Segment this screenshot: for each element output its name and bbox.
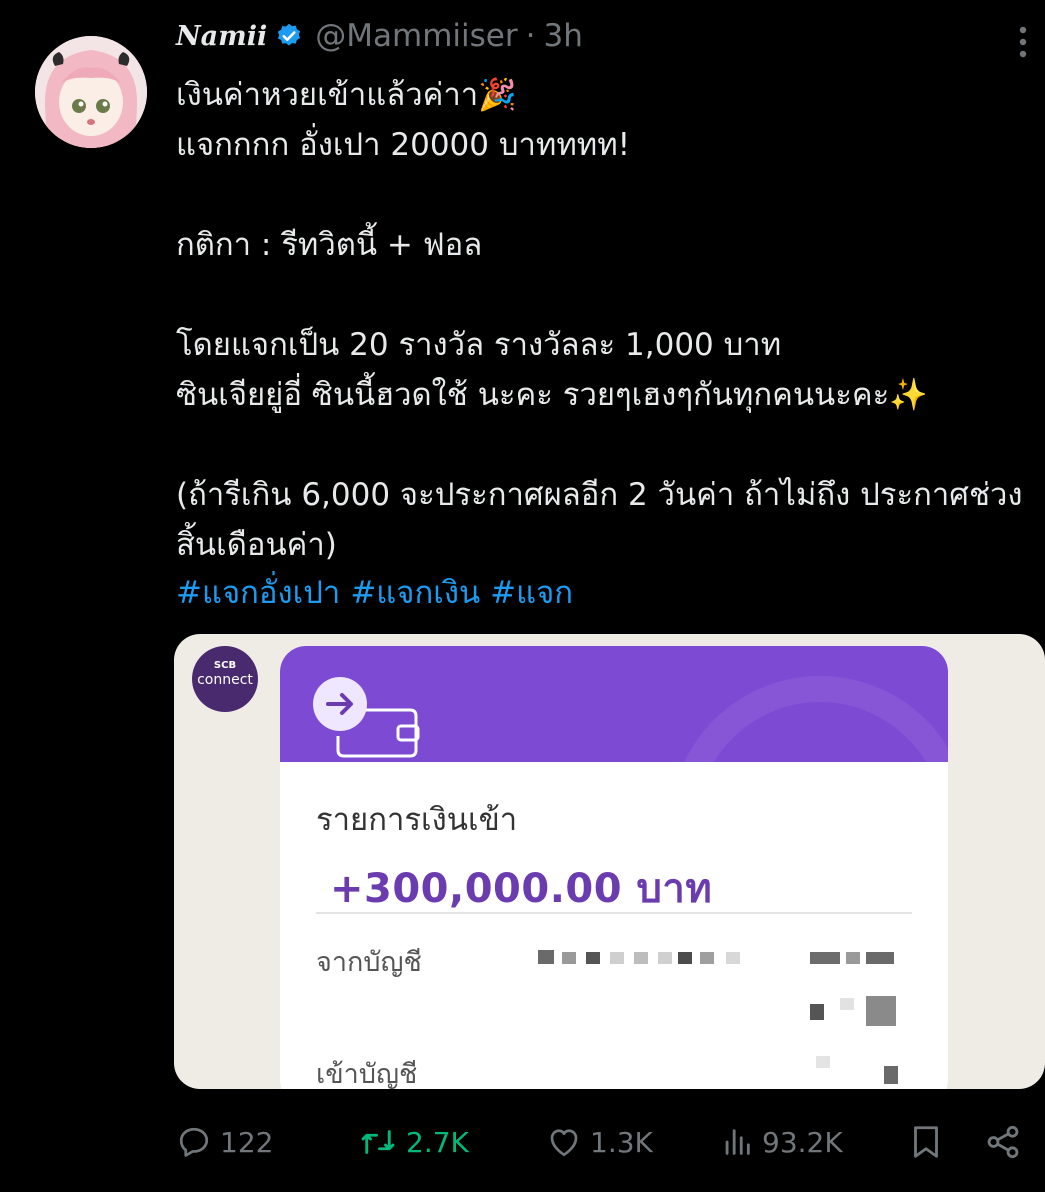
share-button[interactable] <box>984 1112 1022 1172</box>
separator-dot: · <box>525 18 536 54</box>
share-icon <box>987 1125 1019 1159</box>
avatar[interactable] <box>35 36 147 148</box>
like-button[interactable]: 1.3K <box>546 1112 653 1172</box>
wallet-arrow-icon <box>313 677 420 758</box>
logo-subtext: connect <box>197 672 253 688</box>
tweet-actions: 122 2.7K 1.3K 93.2K <box>0 1112 1045 1172</box>
bookmark-icon <box>914 1126 938 1158</box>
reply-button[interactable]: 122 <box>176 1112 273 1172</box>
handle[interactable]: @Mammiiser <box>315 18 517 54</box>
divider <box>316 912 912 914</box>
bookmark-button[interactable] <box>908 1112 944 1172</box>
hashtags: #แจกอั่งเปา #แจกเงิน #แจก <box>176 568 573 618</box>
views-count: 93.2K <box>762 1125 843 1159</box>
from-account-label: จากบัญชี <box>316 947 422 978</box>
card-header-band <box>280 646 948 976</box>
transaction-title: รายการเงินเข้า <box>316 802 518 838</box>
like-icon <box>550 1129 578 1157</box>
logo-text: SCB <box>213 660 237 671</box>
retweet-count: 2.7K <box>406 1125 469 1159</box>
hashtag-link[interactable]: #แจก <box>490 568 573 618</box>
views-button[interactable]: 93.2K <box>720 1112 843 1172</box>
hashtag-link[interactable]: #แจกเงิน <box>350 568 480 618</box>
reply-count: 122 <box>220 1125 274 1159</box>
to-account-label: เข้าบัญชี <box>316 1059 418 1089</box>
like-count: 1.3K <box>590 1125 653 1159</box>
reply-icon <box>179 1127 209 1157</box>
transaction-card: รายการเงินเข้า +300,000.00 บาท จากบัญชี … <box>280 646 948 1089</box>
tweet-header: Namii @Mammiiser · 3h <box>176 14 583 58</box>
timestamp[interactable]: 3h <box>543 18 582 54</box>
views-icon <box>725 1129 750 1155</box>
hashtag-link[interactable]: #แจกอั่งเปา <box>176 568 340 618</box>
transaction-amount: +300,000.00 บาท <box>330 866 713 912</box>
retweet-button[interactable]: 2.7K <box>358 1112 469 1172</box>
scb-logo: SCB connect <box>192 646 258 712</box>
verified-icon <box>278 23 301 46</box>
more-icon[interactable] <box>1010 22 1036 62</box>
tweet-text: เงินค่าหวยเข้าแล้วค่าา🎉 แจกกกก อั่งเปา 2… <box>176 77 1023 563</box>
display-name[interactable]: Namii <box>176 21 267 52</box>
tweet-media-image[interactable]: SCB connect รายการเงินเข้า +300,000.00 บ… <box>174 634 1045 1089</box>
retweet-icon <box>361 1130 395 1154</box>
